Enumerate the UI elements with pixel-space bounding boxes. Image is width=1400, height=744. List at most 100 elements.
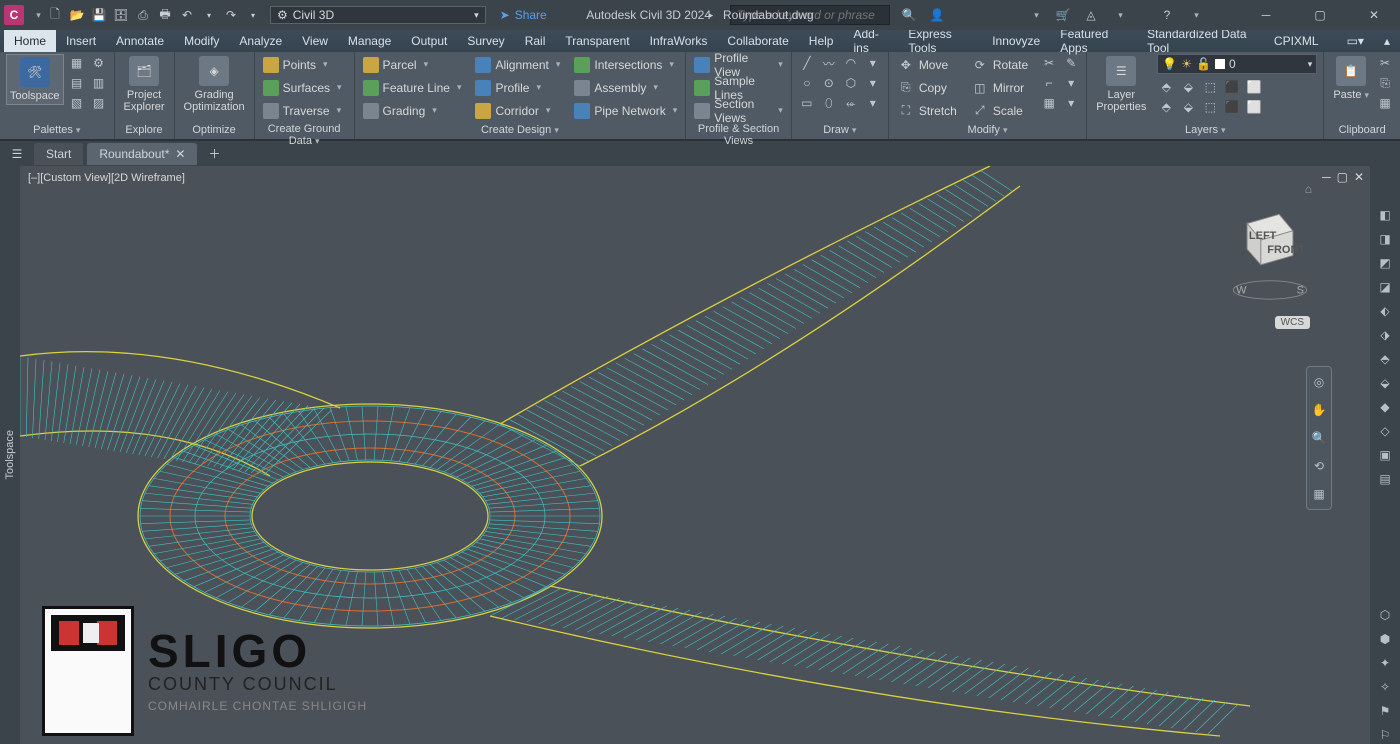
layerprops-button[interactable]: ☰Layer Properties bbox=[1093, 54, 1149, 115]
rr-i18[interactable]: ⚐ bbox=[1376, 726, 1394, 744]
app-dd2[interactable] bbox=[1110, 6, 1128, 24]
menu-help[interactable]: Help bbox=[799, 30, 844, 52]
draw-ico7[interactable]: ⬡ bbox=[842, 74, 860, 92]
tab-start[interactable]: Start bbox=[34, 143, 83, 165]
menu-rail[interactable]: Rail bbox=[515, 30, 556, 52]
arc-icon[interactable]: ◠ bbox=[842, 54, 860, 72]
lay-i1[interactable]: ⬘ bbox=[1157, 78, 1175, 96]
menu-collaborate[interactable]: Collaborate bbox=[717, 30, 798, 52]
layer-dropdown[interactable]: 💡☀🔓0▾ bbox=[1157, 54, 1317, 74]
copyclip-icon[interactable]: ⎘ bbox=[1376, 74, 1394, 92]
vp-close-icon[interactable]: ✕ bbox=[1354, 170, 1364, 184]
tabs-menu-icon[interactable]: ☰ bbox=[4, 141, 30, 167]
menu-output[interactable]: Output bbox=[401, 30, 457, 52]
pal-ico4[interactable]: ▥ bbox=[90, 74, 108, 92]
panel-draw-title[interactable]: Draw bbox=[798, 122, 882, 139]
draw-ico11[interactable]: ⬰ bbox=[842, 94, 860, 112]
menu-analyze[interactable]: Analyze bbox=[229, 30, 292, 52]
zoom-icon[interactable]: 🔍 bbox=[1310, 429, 1328, 447]
toolspace-button[interactable]: 🛠 Toolspace bbox=[6, 54, 64, 105]
wcs-badge[interactable]: WCS bbox=[1275, 316, 1310, 329]
minimize-button[interactable]: ─ bbox=[1244, 1, 1288, 29]
menu-innovyze[interactable]: Innovyze bbox=[982, 30, 1050, 52]
rr-i16[interactable]: ✧ bbox=[1376, 678, 1394, 696]
lay-i5[interactable]: ⬜ bbox=[1245, 78, 1263, 96]
rr-i11[interactable]: ▣ bbox=[1376, 446, 1394, 464]
menu-addins[interactable]: Add-ins bbox=[843, 30, 898, 52]
menu-annotate[interactable]: Annotate bbox=[106, 30, 174, 52]
close-button[interactable]: ✕ bbox=[1352, 1, 1396, 29]
orbit-icon[interactable]: ⟲ bbox=[1310, 457, 1328, 475]
rr-i7[interactable]: ⬘ bbox=[1376, 350, 1394, 368]
saveas-icon[interactable]: 🗄 bbox=[112, 6, 130, 24]
print-icon[interactable]: 🖶 bbox=[156, 6, 174, 24]
grading-opt-button[interactable]: ◈Grading Optimization bbox=[181, 54, 248, 115]
rotate-button[interactable]: ⟳Rotate bbox=[969, 54, 1030, 75]
menu-cpixml[interactable]: CPIXML bbox=[1264, 30, 1329, 52]
viewcube-home-icon[interactable]: ⌂ bbox=[1305, 182, 1312, 196]
menu-transparent[interactable]: Transparent bbox=[555, 30, 639, 52]
parcel-button[interactable]: Parcel bbox=[361, 54, 464, 75]
redo-icon[interactable]: ↷ bbox=[222, 6, 240, 24]
array-icon[interactable]: ▦ bbox=[1040, 94, 1058, 112]
pan-icon[interactable]: ✋ bbox=[1310, 401, 1328, 419]
rr-i4[interactable]: ◪ bbox=[1376, 278, 1394, 296]
rr-i12[interactable]: ▤ bbox=[1376, 470, 1394, 488]
vp-minimize-icon[interactable]: ─ bbox=[1322, 170, 1331, 184]
sectionviews-button[interactable]: Section Views bbox=[692, 100, 785, 121]
open-icon[interactable]: 📂 bbox=[68, 6, 86, 24]
mod-ico6[interactable]: ▾ bbox=[1062, 94, 1080, 112]
circle-icon[interactable]: ○ bbox=[798, 74, 816, 92]
points-button[interactable]: Points bbox=[261, 54, 344, 75]
clip-i3[interactable]: ▦ bbox=[1376, 94, 1394, 112]
undo-dd-icon[interactable]: ▾ bbox=[200, 6, 218, 24]
lay-i8[interactable]: ⬚ bbox=[1201, 98, 1219, 116]
lay-i7[interactable]: ⬙ bbox=[1179, 98, 1197, 116]
traverse-button[interactable]: Traverse bbox=[261, 100, 344, 121]
left-rail[interactable]: Toolspace bbox=[0, 166, 20, 744]
draw-ico12[interactable]: ▾ bbox=[864, 94, 882, 112]
line-icon[interactable]: ╱ bbox=[798, 54, 816, 72]
cart-icon[interactable]: 🛒 bbox=[1054, 6, 1072, 24]
stretch-button[interactable]: ⛶Stretch bbox=[895, 100, 959, 121]
featureline-button[interactable]: Feature Line bbox=[361, 77, 464, 98]
panel-modify-title[interactable]: Modify bbox=[895, 122, 1080, 139]
menu-insert[interactable]: Insert bbox=[56, 30, 106, 52]
panel-layers-title[interactable]: Layers bbox=[1093, 122, 1317, 139]
vp-maximize-icon[interactable]: ▢ bbox=[1337, 170, 1348, 184]
app-logo[interactable]: C bbox=[4, 5, 24, 25]
user-icon[interactable]: 👤 bbox=[928, 6, 946, 24]
workspace-dropdown[interactable]: ⚙Civil 3D ▾ bbox=[270, 6, 486, 24]
project-explorer-button[interactable]: 🗂Project Explorer bbox=[121, 54, 168, 115]
ribbon-options-icon[interactable]: ▭▾ bbox=[1337, 30, 1374, 52]
tab-close-icon[interactable]: ✕ bbox=[175, 147, 185, 161]
menu-home[interactable]: Home bbox=[4, 30, 56, 52]
help-dd[interactable] bbox=[1186, 6, 1204, 24]
lay-i3[interactable]: ⬚ bbox=[1201, 78, 1219, 96]
redo-dd-icon[interactable]: ▾ bbox=[244, 6, 262, 24]
lay-i10[interactable]: ⬜ bbox=[1245, 98, 1263, 116]
grading-button[interactable]: Grading bbox=[361, 100, 464, 121]
panel-design-title[interactable]: Create Design bbox=[361, 122, 680, 139]
assembly-button[interactable]: Assembly bbox=[572, 77, 679, 98]
pal-ico2[interactable]: ⚙ bbox=[90, 54, 108, 72]
rr-i10[interactable]: ◇ bbox=[1376, 422, 1394, 440]
showmotion-icon[interactable]: ▦ bbox=[1310, 485, 1328, 503]
mod-ico2[interactable]: ✎ bbox=[1062, 54, 1080, 72]
rr-i9[interactable]: ◆ bbox=[1376, 398, 1394, 416]
copy-button[interactable]: ⎘Copy bbox=[895, 77, 959, 98]
move-button[interactable]: ✥Move bbox=[895, 54, 959, 75]
fillet-icon[interactable]: ⌐ bbox=[1040, 74, 1058, 92]
pal-ico6[interactable]: ▨ bbox=[90, 94, 108, 112]
new-icon[interactable]: 🗋 bbox=[46, 6, 64, 24]
rect-icon[interactable]: ▭ bbox=[798, 94, 816, 112]
lay-i9[interactable]: ⬛ bbox=[1223, 98, 1241, 116]
lay-i4[interactable]: ⬛ bbox=[1223, 78, 1241, 96]
rr-i14[interactable]: ⬢ bbox=[1376, 630, 1394, 648]
alignment-button[interactable]: Alignment bbox=[473, 54, 562, 75]
rr-i5[interactable]: ⬖ bbox=[1376, 302, 1394, 320]
help-icon[interactable]: ? bbox=[1158, 6, 1176, 24]
rr-i17[interactable]: ⚑ bbox=[1376, 702, 1394, 720]
menu-infraworks[interactable]: InfraWorks bbox=[640, 30, 718, 52]
samplelines-button[interactable]: Sample Lines bbox=[692, 77, 785, 98]
